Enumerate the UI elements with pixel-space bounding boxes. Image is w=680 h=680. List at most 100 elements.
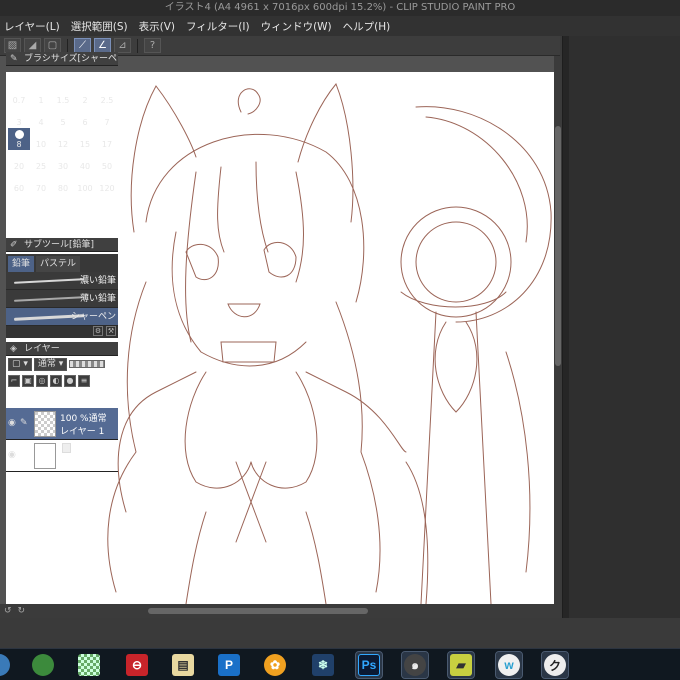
brush-size-option[interactable]: 2 [74,84,96,106]
brush-dot [80,129,90,139]
layer-list-icon[interactable]: ≡ [78,375,90,387]
subtool-item[interactable]: 薄い鉛筆 [6,290,118,308]
brush-size-option[interactable]: 40 [74,150,96,172]
paint-app-icon: P [218,654,240,676]
brush-size-option[interactable]: 50 [96,150,118,172]
taskbar-app-icon[interactable] [0,652,12,678]
wrench-icon[interactable]: ⚒ [106,326,116,336]
settings-icon[interactable]: ⚙ [93,326,103,336]
brush-size-option[interactable]: 25 [30,150,52,172]
vertical-scroll-thumb[interactable] [555,126,561,366]
brush-size-header[interactable]: ✎ ブラシサイズ[シャーペン [6,52,118,66]
brush-size-option[interactable]: 5 [52,106,74,128]
menu-layer[interactable]: レイヤー(L) [4,19,60,34]
subtool-header[interactable]: ✐ サブツール[鉛筆] [6,238,118,252]
layer-icon-bar: ⌐ ▣ ◎ ◐ ● ≡ [6,373,118,389]
taskbar-app-icon[interactable]: ✿ [262,652,288,678]
eye-icon[interactable]: ◉ [8,418,18,428]
gradient-icon[interactable]: ◢ [24,38,41,53]
layer-row[interactable]: ◉ 用紙 [6,440,118,472]
menu-bar: レイヤー(L) 選択範囲(S) 表示(V) フィルター(I) ウィンドウ(W) … [0,16,680,36]
taskbar-app-icon[interactable]: w [495,651,523,679]
menu-window[interactable]: ウィンドウ(W) [261,19,332,34]
brush-icon: ✎ [10,54,18,64]
fill-icon[interactable]: ▨ [4,38,21,53]
ruler-snap-icon[interactable]: ⟋ [74,38,91,53]
brush-size-option[interactable]: 17 [96,128,118,150]
rotate-right-icon[interactable]: ↻ [18,606,26,616]
brush-size-option[interactable]: 15 [74,128,96,150]
taskbar-app-icon[interactable]: ▰ [447,651,475,679]
menu-view[interactable]: 表示(V) [139,19,175,34]
brush-size-option[interactable]: 2.5 [96,84,118,106]
mask-icon[interactable]: ◐ [50,375,62,387]
brush-size-option[interactable]: 10 [30,128,52,150]
taskbar-app-icon[interactable]: Ps [355,651,383,679]
tab-pastel[interactable]: パステル [36,256,81,272]
layer-row[interactable]: ◉ ✎ 100 %通常 レイヤー 1 [6,408,118,440]
horizontal-scrollbar[interactable]: ↺ ↻ [0,604,562,618]
layer-properties-bar: ▢ ▾ 通常 ▾ [6,356,118,372]
brush-dot [82,89,88,95]
brush-dot [15,110,23,117]
ruler-icon[interactable]: ⊿ [114,38,131,53]
brush-size-option[interactable]: 1 [30,84,52,106]
brush-dot [13,150,25,161]
brush-size-option[interactable]: 30 [52,150,74,172]
menu-selection[interactable]: 選択範囲(S) [71,19,128,34]
brush-size-option[interactable]: 1.5 [52,84,74,106]
clip-icon[interactable]: ⌐ [8,375,20,387]
tab-pencil[interactable]: 鉛筆 [8,256,35,272]
brush-size-option[interactable]: 8 [8,128,30,150]
brush-size-label: 60 [13,184,25,193]
brush-size-option[interactable]: 70 [30,172,52,194]
brush-size-option[interactable]: 6 [74,106,96,128]
brush-size-label: 50 [101,162,113,171]
taskbar-app-icon[interactable]: ⊖ [124,652,150,678]
horizontal-scroll-thumb[interactable] [148,608,368,614]
brush-size-option[interactable]: 120 [96,172,118,194]
frame-icon[interactable]: ▢ [44,38,61,53]
subtool-item-label: 薄い鉛筆 [79,294,116,304]
taskbar-app-icon[interactable]: ๑ [401,651,429,679]
reference-icon[interactable]: ◎ [36,375,48,387]
taskbar-app-icon[interactable] [30,652,56,678]
menu-help[interactable]: ヘルプ(H) [343,19,391,34]
subtool-title: サブツール[鉛筆] [24,240,95,250]
taskbar-app-icon[interactable]: ❄ [310,652,336,678]
taskbar-app-icon[interactable]: ク [541,651,569,679]
blend-mode-select[interactable]: 通常 ▾ [33,357,68,371]
subtool-item[interactable]: 濃い鉛筆 [6,272,118,290]
brush-size-option[interactable]: 12 [52,128,74,150]
taskbar-app-icon[interactable]: ▤ [170,652,196,678]
layer-color-select[interactable]: ▢ ▾ [8,357,32,371]
taskbar-app-icon[interactable] [76,652,102,678]
curve-snap-icon[interactable]: ∠ [94,38,111,53]
layer-header[interactable]: ◈ レイヤー [6,342,118,356]
opacity-slider[interactable] [69,360,106,368]
brush-size-grid: 0.7 1 1.5 2 2.5 3 4 5 6 7 8 10 12 15 17 20 25 30 40 50 60 70 8… [8,84,118,194]
pencil-icon: ✐ [10,240,18,250]
brush-dot [101,150,113,161]
lock-icon[interactable]: ▣ [22,375,34,387]
brush-size-option[interactable]: 80 [52,172,74,194]
photo-app-icon: ▤ [172,654,194,676]
help-icon[interactable]: ? [144,38,161,53]
taskbar-app-icon[interactable]: P [216,652,242,678]
brush-size-option[interactable]: 7 [96,106,118,128]
brush-size-option[interactable]: 4 [30,106,52,128]
brush-size-label: 5 [60,118,66,127]
eye-icon[interactable]: ◉ [8,450,18,460]
brush-size-label: 6 [82,118,88,127]
menu-filter[interactable]: フィルター(I) [186,19,250,34]
brush-size-option[interactable]: 100 [74,172,96,194]
brush-size-option[interactable]: 0.7 [8,84,30,106]
rotate-left-icon[interactable]: ↺ [4,606,12,616]
brush-size-option[interactable]: 20 [8,150,30,172]
subtool-item[interactable]: シャーペン [6,308,118,326]
brush-size-label: 8 [16,140,22,149]
palette-icon[interactable]: ● [64,375,76,387]
brush-size-option[interactable]: 3 [8,106,30,128]
brush-size-option[interactable]: 60 [8,172,30,194]
vertical-scrollbar[interactable] [554,56,562,606]
